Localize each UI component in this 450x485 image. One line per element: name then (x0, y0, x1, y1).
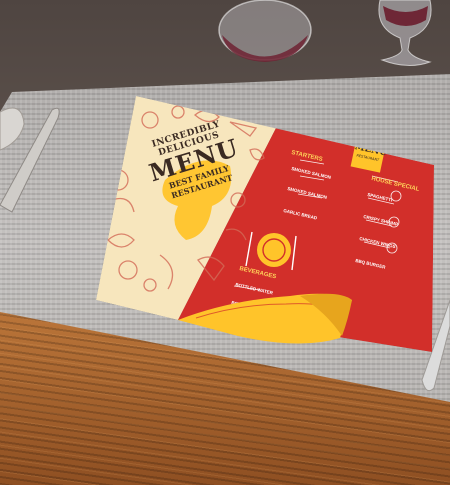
restaurant-table-scene: INCREDIBLY DELICIOUS MENU BEST FAMILY RE… (0, 0, 450, 485)
menu-curled-corner (178, 293, 352, 344)
